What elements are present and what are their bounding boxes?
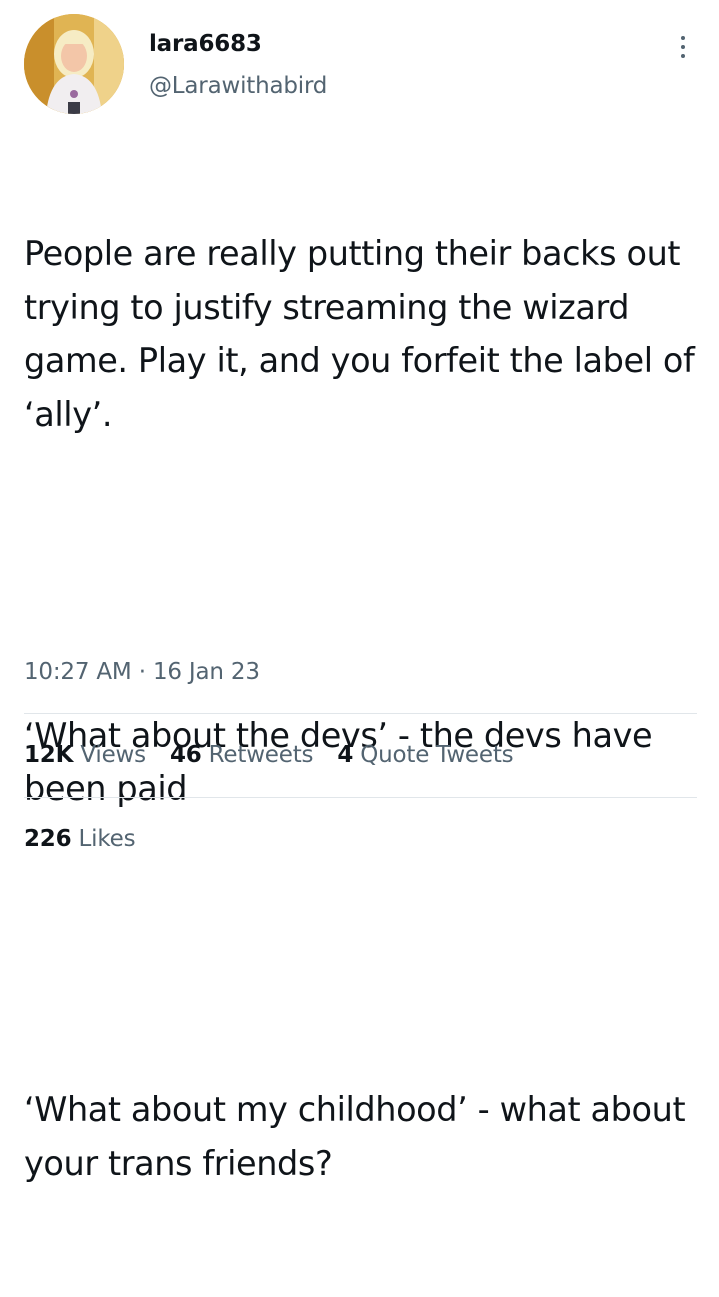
quote-tweets-stat[interactable]: 4 Quote Tweets: [337, 742, 513, 768]
author-names: lara6683 @Larawithabird: [149, 28, 327, 102]
avatar[interactable]: [24, 14, 124, 114]
views-count: 12K: [24, 742, 74, 768]
retweets-stat[interactable]: 46 Retweets: [169, 742, 314, 768]
likes-count: 226: [24, 826, 72, 852]
retweets-count: 46: [169, 742, 202, 768]
quote-tweets-count: 4: [337, 742, 354, 768]
tweet-timestamp: 10:27 AM · 16 Jan 23: [24, 654, 260, 690]
meta-separator: ·: [138, 659, 146, 685]
more-options-button[interactable]: [673, 32, 693, 62]
divider: [24, 713, 697, 714]
tweet-date[interactable]: 16 Jan 23: [153, 659, 260, 685]
tweet-paragraph: People are really putting their backs ou…: [24, 234, 705, 434]
quote-tweets-label: Quote Tweets: [360, 742, 514, 768]
views-stat[interactable]: 12K Views: [24, 742, 146, 768]
likes-stat[interactable]: 226 Likes: [24, 821, 159, 857]
divider: [24, 797, 697, 798]
views-label: Views: [80, 742, 146, 768]
tweet: lara6683 @Larawithabird People are reall…: [0, 0, 719, 1183]
avatar-image: [24, 14, 124, 114]
tweet-paragraph: ‘What about my childhood’ - what about y…: [24, 1090, 696, 1183]
tweet-text: People are really putting their backs ou…: [24, 120, 696, 1297]
tweet-time[interactable]: 10:27 AM: [24, 659, 132, 685]
tweet-header: lara6683 @Larawithabird: [24, 14, 699, 114]
retweets-label: Retweets: [208, 742, 314, 768]
tweet-stats: 12K Views 46 Retweets 4 Quote Tweets: [24, 737, 537, 773]
display-name[interactable]: lara6683: [149, 28, 327, 60]
user-handle[interactable]: @Larawithabird: [149, 70, 327, 102]
likes-label: Likes: [78, 826, 136, 852]
